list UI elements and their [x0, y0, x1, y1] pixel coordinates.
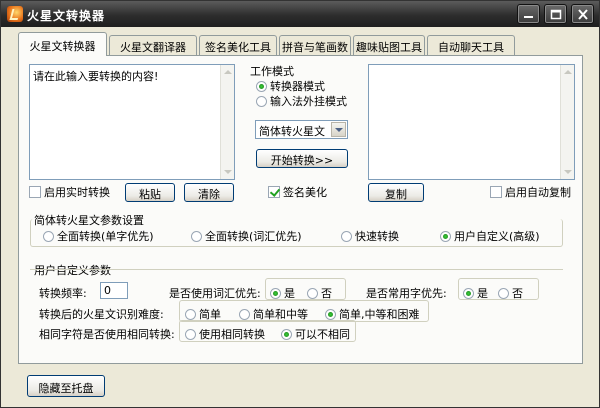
- param-vocab-radio[interactable]: 全面转换(词汇优先): [191, 228, 302, 244]
- chevron-down-icon[interactable]: [331, 122, 346, 137]
- tab-converter[interactable]: 火星文转换器: [18, 32, 107, 56]
- checkbox-box: [268, 186, 280, 198]
- input-text: 请在此输入要转换的内容!: [33, 70, 159, 83]
- radio-dot: [463, 288, 474, 299]
- checkbox-label: 启用实时转换: [44, 186, 110, 199]
- radio-dot: [256, 81, 267, 92]
- vocab-yes-radio[interactable]: 是: [270, 285, 295, 301]
- radio-label: 全面转换(词汇优先): [205, 230, 302, 243]
- checkbox-box: [29, 186, 41, 198]
- mode-ime-radio[interactable]: 输入法外挂模式: [256, 93, 347, 109]
- radio-label: 是: [477, 287, 488, 300]
- radio-label: 使用相同转换: [199, 328, 265, 341]
- radio-dot: [239, 309, 250, 320]
- radio-label: 转换器模式: [270, 80, 325, 93]
- output-scrollbar[interactable]: [560, 65, 574, 179]
- mode-title: 工作模式: [250, 65, 294, 78]
- clear-button[interactable]: 清除: [184, 183, 234, 202]
- freq-input[interactable]: 0: [100, 282, 128, 299]
- radio-dot: [270, 288, 281, 299]
- main-window: 火星文转换器 火星文转换器 火星文翻译器 签名美化工具 拼音与笔画数 趣味贴图工…: [0, 0, 600, 408]
- close-icon: [578, 9, 588, 20]
- close-button[interactable]: [571, 4, 594, 24]
- radio-label: 输入法外挂模式: [270, 95, 347, 108]
- radio-dot: [191, 231, 202, 242]
- window-title: 火星文转换器: [27, 9, 106, 23]
- param-fast-radio[interactable]: 快速转换: [341, 228, 399, 244]
- converter-panel: 请在此输入要转换的内容! 工作模式 转换器模式 输入法外挂模式 简体转火星文 开…: [18, 55, 583, 364]
- difficulty-label: 转换后的火星文识别难度:: [39, 308, 164, 321]
- common-label: 是否常用字优先:: [366, 287, 447, 300]
- common-yes-radio[interactable]: 是: [463, 285, 488, 301]
- checkbox-label: 签名美化: [283, 186, 327, 199]
- common-no-radio[interactable]: 否: [498, 285, 523, 301]
- output-textarea[interactable]: [368, 64, 575, 180]
- same-any-radio[interactable]: 可以不相同: [281, 326, 350, 342]
- radio-label: 快速转换: [355, 230, 399, 243]
- realtime-checkbox[interactable]: 启用实时转换: [29, 184, 110, 200]
- radio-dot: [185, 329, 196, 340]
- copy-button[interactable]: 复制: [368, 183, 424, 202]
- custom-divider: [30, 269, 563, 270]
- maximize-button[interactable]: [544, 4, 567, 24]
- tab-sticker[interactable]: 趣味贴图工具: [353, 35, 425, 55]
- paste-button[interactable]: 粘贴: [125, 183, 175, 202]
- radio-dot: [325, 309, 336, 320]
- radio-label: 否: [512, 287, 523, 300]
- minimize-icon: [524, 16, 533, 18]
- hide-to-tray-button[interactable]: 隐藏至托盘: [27, 375, 105, 397]
- vocab-label: 是否使用词汇优先:: [169, 287, 261, 300]
- tab-autochat[interactable]: 自动聊天工具: [427, 35, 515, 55]
- autocopy-checkbox[interactable]: 启用自动复制: [490, 184, 571, 200]
- tab-pinyin[interactable]: 拼音与笔画数: [279, 35, 351, 55]
- radio-dot: [498, 288, 509, 299]
- radio-dot: [185, 309, 196, 320]
- custom-title: 用户自定义参数: [34, 264, 111, 277]
- radio-dot: [256, 96, 267, 107]
- checkbox-box: [490, 186, 502, 198]
- direction-select-value: 简体转火星文: [259, 125, 325, 138]
- minimize-button[interactable]: [517, 4, 540, 24]
- checkbox-label: 启用自动复制: [505, 186, 571, 199]
- input-scrollbar[interactable]: [220, 65, 234, 179]
- radio-dot: [281, 329, 292, 340]
- param-single-radio[interactable]: 全面转换(单字优先): [43, 228, 154, 244]
- mode-converter-radio[interactable]: 转换器模式: [256, 78, 325, 94]
- freq-label: 转换频率:: [39, 287, 87, 300]
- param-custom-radio[interactable]: 用户自定义(高级): [440, 228, 540, 244]
- tab-translator[interactable]: 火星文翻译器: [109, 35, 197, 55]
- radio-dot: [440, 231, 451, 242]
- tab-signature[interactable]: 签名美化工具: [199, 35, 277, 55]
- radio-dot: [307, 288, 318, 299]
- same-use-radio[interactable]: 使用相同转换: [185, 326, 265, 342]
- radio-label: 用户自定义(高级): [454, 230, 540, 243]
- start-convert-button[interactable]: 开始转换>>: [256, 149, 348, 168]
- direction-select[interactable]: 简体转火星文: [255, 120, 348, 139]
- title-bar[interactable]: 火星文转换器: [1, 1, 599, 27]
- app-logo-icon: [7, 6, 23, 22]
- same-label: 相同字符是否使用相同转换:: [39, 328, 175, 341]
- radio-dot: [341, 231, 352, 242]
- vocab-no-radio[interactable]: 否: [307, 285, 332, 301]
- maximize-icon: [550, 9, 562, 20]
- radio-label: 可以不相同: [295, 328, 350, 341]
- input-textarea[interactable]: 请在此输入要转换的内容!: [29, 64, 235, 180]
- radio-label: 全面转换(单字优先): [57, 230, 154, 243]
- signature-checkbox[interactable]: 签名美化: [268, 184, 327, 200]
- radio-label: 否: [321, 287, 332, 300]
- radio-label: 是: [284, 287, 295, 300]
- radio-dot: [43, 231, 54, 242]
